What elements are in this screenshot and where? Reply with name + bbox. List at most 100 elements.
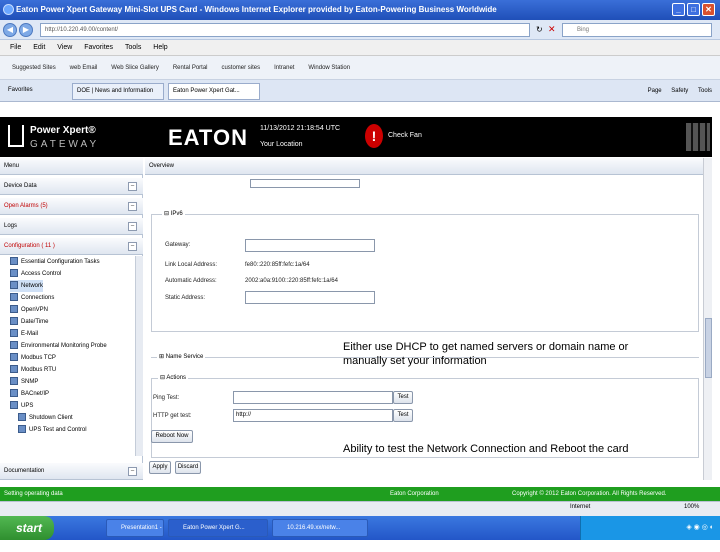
ipv6-gateway-input[interactable] xyxy=(245,239,375,252)
email-icon xyxy=(10,329,18,338)
tab-doe-news[interactable]: DOE | News and Information xyxy=(72,83,164,100)
tray-icons[interactable]: ◈ ◉ ◎ ◐ xyxy=(686,524,714,531)
discard-button[interactable]: Discard xyxy=(175,461,201,474)
menu-help[interactable]: Help xyxy=(153,40,167,56)
nav-configuration-label: Configuration ( 11 ) xyxy=(4,243,55,249)
search-input[interactable]: Bing xyxy=(562,23,712,37)
tree-item[interactable]: OpenVPN xyxy=(10,304,48,316)
nav-documentation[interactable]: Documentation – xyxy=(0,463,143,480)
connection-icon xyxy=(10,293,18,302)
tree-item-label: SNMP xyxy=(21,379,39,385)
partial-input-field[interactable] xyxy=(250,179,360,188)
tree-item[interactable]: BACnet/IP xyxy=(10,388,49,400)
http-test-label: HTTP get test: xyxy=(153,413,192,419)
nav-configuration[interactable]: Configuration ( 11 ) – xyxy=(0,238,143,255)
fav-intranet[interactable]: Intranet xyxy=(274,56,294,80)
nav-logs[interactable]: Logs – xyxy=(0,218,143,235)
cmd-page[interactable]: Page xyxy=(648,88,662,94)
cmd-safety[interactable]: Safety xyxy=(671,88,688,94)
bacnet-icon xyxy=(10,389,18,398)
auto-address-label: Automatic Address: xyxy=(165,278,217,284)
favorites-button[interactable]: Favorites xyxy=(4,83,62,100)
task-eaton-ie[interactable]: Eaton Power Xpert G... xyxy=(168,519,268,537)
fav-web-email[interactable]: web Email xyxy=(70,56,98,80)
zoom-level[interactable]: 100% xyxy=(684,504,699,510)
expand-icon[interactable]: – xyxy=(128,182,137,191)
content-scrollbar[interactable] xyxy=(703,158,712,480)
minimize-button[interactable]: _ xyxy=(672,3,685,16)
cmd-tools[interactable]: Tools xyxy=(698,88,712,94)
tree-item[interactable]: Modbus TCP xyxy=(10,352,56,364)
expand-icon[interactable]: – xyxy=(128,202,137,211)
refresh-icon[interactable]: ↻ xyxy=(536,25,543,34)
ping-test-button[interactable]: Test xyxy=(393,391,413,404)
ping-test-input[interactable] xyxy=(233,391,393,404)
fav-window-station[interactable]: Window Station xyxy=(308,56,350,80)
page-header: Power Xpert® GATEWAY EATON 11/13/2012 21… xyxy=(0,117,712,157)
tree-item[interactable]: Connections xyxy=(10,292,54,304)
menu-file[interactable]: File xyxy=(10,40,21,56)
tree-item[interactable]: Essential Configuration Tasks xyxy=(10,256,100,268)
stop-icon[interactable]: ✕ xyxy=(548,24,556,35)
address-input[interactable]: http://10.220.49.00/content/ xyxy=(40,23,530,37)
forward-icon[interactable]: ▶ xyxy=(19,23,33,37)
alert-text[interactable]: Check Fan xyxy=(388,132,422,139)
fav-customer-sites[interactable]: customer sites xyxy=(221,56,260,80)
tree-item[interactable]: Modbus RTU xyxy=(10,364,56,376)
start-button[interactable]: start xyxy=(0,516,54,540)
internet-zone: Internet xyxy=(570,504,591,510)
task-powerpoint[interactable]: Presentation1 - Mic... xyxy=(106,519,164,547)
tree-item[interactable]: E-Mail xyxy=(10,328,38,340)
tree-item[interactable]: Shutdown Client xyxy=(18,412,73,424)
apply-button[interactable]: Apply xyxy=(149,461,171,474)
tree-item[interactable]: Environmental Monitoring Probe xyxy=(10,340,107,352)
expand-icon[interactable]: – xyxy=(128,467,137,476)
ping-test-label: Ping Test: xyxy=(153,395,180,401)
tab-bar: Favorites DOE | News and Information Eat… xyxy=(0,80,720,102)
expand-icon[interactable]: – xyxy=(128,222,137,231)
alert-icon[interactable]: ! xyxy=(365,124,383,148)
tree-item[interactable]: UPS xyxy=(10,400,33,412)
fav-web-slice[interactable]: Web Slice Gallery xyxy=(111,56,159,80)
fav-rental-portal[interactable]: Rental Portal xyxy=(173,56,208,80)
close-button[interactable]: ✕ xyxy=(702,3,715,16)
tree-item[interactable]: Date/Time xyxy=(10,316,48,328)
system-tray: ◈ ◉ ◎ ◐ xyxy=(580,516,720,540)
tree-item-selected[interactable]: Network xyxy=(10,280,44,292)
menu-view[interactable]: View xyxy=(57,40,72,56)
fav-suggested-sites[interactable]: Suggested Sites xyxy=(12,56,56,80)
nav-open-alarms[interactable]: Open Alarms (5) – xyxy=(0,198,143,215)
browser-status-bar: Internet 100% xyxy=(0,501,720,516)
task-network-page[interactable]: 10.216.49.xx/netw... xyxy=(272,519,368,537)
actions-legend: ⊟ Actions xyxy=(158,374,189,381)
status-middle[interactable]: Eaton Corporation xyxy=(390,487,439,501)
static-address-input[interactable] xyxy=(245,291,375,304)
nav-device-data[interactable]: Device Data – xyxy=(0,178,143,195)
http-test-button[interactable]: Test xyxy=(393,409,413,422)
menu-tools[interactable]: Tools xyxy=(125,40,141,56)
shutdown-icon xyxy=(18,413,26,422)
menu-edit[interactable]: Edit xyxy=(33,40,45,56)
menu-favorites[interactable]: Favorites xyxy=(84,40,113,56)
collapse-icon[interactable]: – xyxy=(128,242,137,251)
ipv6-legend-label: IPv6 xyxy=(170,211,183,217)
tree-item-label: OpenVPN xyxy=(21,307,49,313)
scrollbar-thumb[interactable] xyxy=(705,318,712,378)
tab-eaton-gateway[interactable]: Eaton Power Xpert Gat... xyxy=(168,83,260,100)
back-icon[interactable]: ◀ xyxy=(3,23,17,37)
tree-item-label: E-Mail xyxy=(21,331,39,337)
tree-scrollbar[interactable] xyxy=(135,256,143,456)
modbus-icon xyxy=(10,353,18,362)
reboot-now-button[interactable]: Reboot Now xyxy=(151,430,193,443)
maximize-button[interactable]: □ xyxy=(687,3,700,16)
tree-item[interactable]: SNMP xyxy=(10,376,38,388)
key-icon xyxy=(10,269,18,278)
http-test-input[interactable]: http:// xyxy=(233,409,393,422)
tree-item-label: Network xyxy=(21,283,44,289)
link-local-value: fe80::220:85ff:fefc:1a/64 xyxy=(245,262,310,268)
tree-item[interactable]: UPS Test and Control xyxy=(18,424,87,436)
header-datetime: 11/13/2012 21:18:54 UTC xyxy=(260,125,341,132)
tree-item[interactable]: Access Control xyxy=(10,268,61,280)
name-service-legend[interactable]: ⊞ Name Service xyxy=(157,353,206,360)
auto-address-value: 2002:a0a:9100::220:85ff:fefc:1a/64 xyxy=(245,278,338,284)
